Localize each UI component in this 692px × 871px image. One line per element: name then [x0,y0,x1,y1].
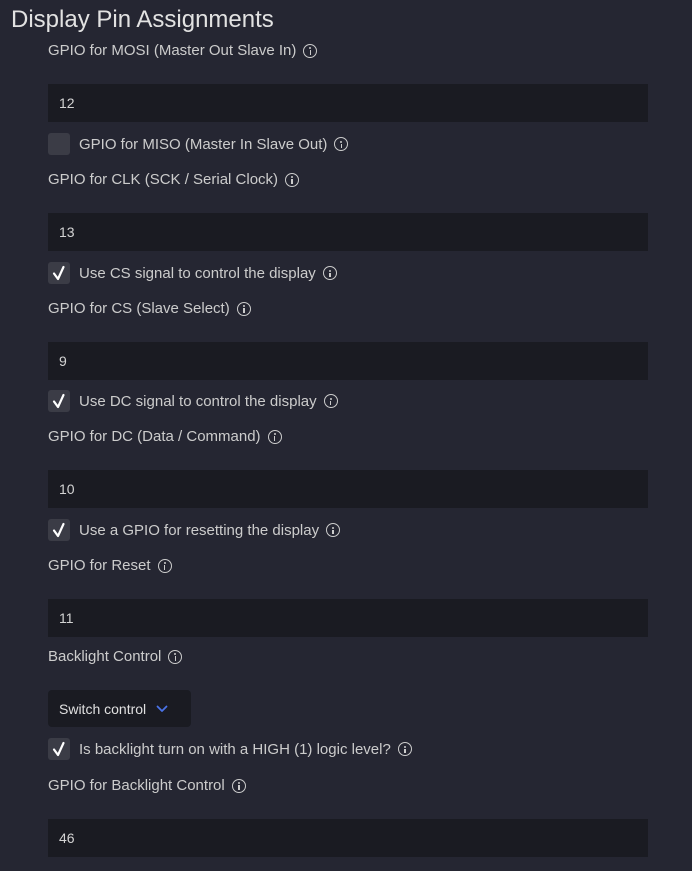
use-dc-label: Use DC signal to control the display [79,392,317,410]
dc-label-row: GPIO for DC (Data / Command) [48,428,282,445]
checkmark-icon [52,393,65,409]
reset-input[interactable]: 11 [48,599,648,637]
section-title: Display Pin Assignments [11,6,274,33]
mosi-label-row: GPIO for MOSI (Master Out Slave In) [48,42,318,59]
info-icon[interactable] [322,266,337,280]
checkmark-icon [52,265,65,281]
miso-checkbox-row[interactable]: GPIO for MISO (Master In Slave Out) [48,133,349,155]
checkmark-icon [52,522,65,538]
info-icon[interactable] [326,523,341,537]
info-icon[interactable] [168,649,183,664]
use-dc-checkbox[interactable] [48,390,70,412]
mosi-value: 12 [59,95,75,111]
clk-label-row: GPIO for CLK (SCK / Serial Clock) [48,171,300,188]
info-icon[interactable] [323,394,338,408]
backlight-high-label: Is backlight turn on with a HIGH (1) log… [79,740,391,758]
backlight-gpio-label: GPIO for Backlight Control [48,777,225,794]
backlight-select[interactable]: Switch control [48,690,191,727]
backlight-gpio-input[interactable]: 46 [48,819,648,857]
backlight-label-row: Backlight Control [48,648,183,665]
dc-label: GPIO for DC (Data / Command) [48,428,261,445]
use-reset-label: Use a GPIO for resetting the display [79,521,320,539]
backlight-gpio-value: 46 [59,830,75,846]
info-icon[interactable] [334,137,349,151]
clk-input[interactable]: 13 [48,213,648,251]
use-cs-checkbox-row[interactable]: Use CS signal to control the display [48,262,337,284]
use-dc-checkbox-row[interactable]: Use DC signal to control the display [48,390,338,412]
info-icon[interactable] [157,558,172,573]
clk-label: GPIO for CLK (SCK / Serial Clock) [48,171,279,188]
backlight-high-checkbox-row[interactable]: Is backlight turn on with a HIGH (1) log… [48,738,412,760]
reset-value: 11 [59,610,74,626]
backlight-high-checkbox[interactable] [48,738,70,760]
info-icon[interactable] [231,778,246,793]
cs-label: GPIO for CS (Slave Select) [48,300,230,317]
info-icon[interactable] [236,301,251,316]
backlight-selected-value: Switch control [59,700,147,717]
miso-checkbox[interactable] [48,133,70,155]
info-icon[interactable] [303,43,318,58]
cs-value: 9 [59,353,67,369]
backlight-gpio-label-row: GPIO for Backlight Control [48,777,246,794]
use-reset-checkbox-row[interactable]: Use a GPIO for resetting the display [48,519,341,541]
info-icon[interactable] [267,429,282,444]
cs-input[interactable]: 9 [48,342,648,380]
use-cs-checkbox[interactable] [48,262,70,284]
dc-value: 10 [59,481,75,497]
backlight-label: Backlight Control [48,648,162,665]
reset-label-row: GPIO for Reset [48,557,172,574]
cs-label-row: GPIO for CS (Slave Select) [48,300,251,317]
use-cs-label: Use CS signal to control the display [79,264,316,282]
info-icon[interactable] [397,742,412,756]
mosi-label: GPIO for MOSI (Master Out Slave In) [48,42,297,59]
reset-label: GPIO for Reset [48,557,151,574]
use-reset-checkbox[interactable] [48,519,70,541]
miso-label: GPIO for MISO (Master In Slave Out) [79,135,328,153]
mosi-input[interactable]: 12 [48,84,648,122]
info-icon[interactable] [285,172,300,187]
chevron-down-icon [156,705,168,713]
clk-value: 13 [59,224,75,240]
checkmark-icon [52,741,65,757]
dc-input[interactable]: 10 [48,470,648,508]
